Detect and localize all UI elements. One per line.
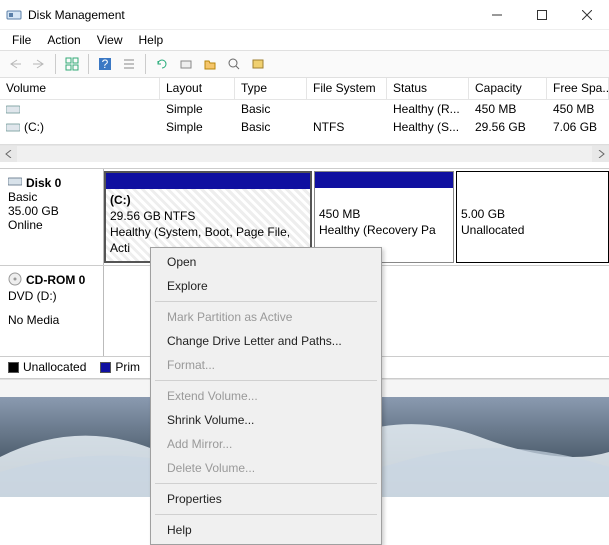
- tools-icon[interactable]: [247, 53, 269, 75]
- cell-fs: [307, 108, 387, 110]
- cell-layout: Simple: [160, 119, 235, 135]
- menu-help[interactable]: Help: [131, 31, 172, 49]
- col-capacity[interactable]: Capacity: [469, 78, 547, 99]
- cdrom-kind: DVD (D:): [8, 289, 95, 303]
- cell-status: Healthy (R...: [387, 101, 469, 117]
- back-button[interactable]: [4, 53, 26, 75]
- view-icon[interactable]: [61, 53, 83, 75]
- col-free[interactable]: Free Spa...: [547, 78, 609, 99]
- part-size: 29.56 GB NTFS: [110, 209, 195, 223]
- cell-type: Basic: [235, 101, 307, 117]
- disk0-title: Disk 0: [26, 176, 61, 190]
- cell-fs: NTFS: [307, 119, 387, 135]
- settings-list-icon[interactable]: [118, 53, 140, 75]
- maximize-button[interactable]: [519, 0, 564, 29]
- partition-unallocated[interactable]: 5.00 GB Unallocated: [456, 171, 609, 263]
- cm-extend[interactable]: Extend Volume...: [153, 384, 379, 408]
- legend-primary: Prim: [115, 360, 140, 374]
- legend-swatch-unalloc: [8, 362, 19, 373]
- cdrom-title: CD-ROM 0: [26, 273, 85, 287]
- cell-layout: Simple: [160, 101, 235, 117]
- close-button[interactable]: [564, 0, 609, 29]
- disk-icon: [8, 175, 22, 190]
- disk0-size: 35.00 GB: [8, 204, 95, 218]
- list-hscroll[interactable]: [0, 145, 609, 162]
- cm-help[interactable]: Help: [153, 518, 379, 542]
- cm-properties[interactable]: Properties: [153, 487, 379, 511]
- titlebar: Disk Management: [0, 0, 609, 30]
- volume-list: Volume Layout Type File System Status Ca…: [0, 78, 609, 145]
- cd-icon: [8, 272, 22, 289]
- col-filesystem[interactable]: File System: [307, 78, 387, 99]
- cell-status: Healthy (S...: [387, 119, 469, 135]
- legend-swatch-primary: [100, 362, 111, 373]
- minimize-button[interactable]: [474, 0, 519, 29]
- app-icon: [6, 7, 22, 23]
- part-label: (C:): [110, 193, 131, 207]
- cdrom-state: No Media: [8, 313, 95, 327]
- menubar: File Action View Help: [0, 30, 609, 50]
- cm-delete[interactable]: Delete Volume...: [153, 456, 379, 480]
- legend-unalloc: Unallocated: [23, 360, 86, 374]
- list-row[interactable]: Simple Basic Healthy (R... 450 MB 450 MB: [0, 100, 609, 118]
- scroll-right-icon[interactable]: [592, 146, 609, 162]
- disk0-state: Online: [8, 218, 95, 232]
- list-header: Volume Layout Type File System Status Ca…: [0, 78, 609, 100]
- window-title: Disk Management: [28, 8, 474, 22]
- list-row[interactable]: (C:) Simple Basic NTFS Healthy (S... 29.…: [0, 118, 609, 136]
- drive-icon: [6, 103, 20, 113]
- context-menu: Open Explore Mark Partition as Active Ch…: [150, 247, 382, 545]
- part-size: 5.00 GB: [461, 207, 505, 221]
- cm-mark-active[interactable]: Mark Partition as Active: [153, 305, 379, 329]
- svg-text:?: ?: [102, 57, 109, 71]
- refresh-icon[interactable]: [151, 53, 173, 75]
- forward-button[interactable]: [28, 53, 50, 75]
- cm-change-letter[interactable]: Change Drive Letter and Paths...: [153, 329, 379, 353]
- part-status: Unallocated: [461, 223, 524, 237]
- col-status[interactable]: Status: [387, 78, 469, 99]
- cell-free: 7.06 GB: [547, 119, 609, 135]
- menu-view[interactable]: View: [89, 31, 131, 49]
- disk0-kind: Basic: [8, 190, 95, 204]
- col-volume[interactable]: Volume: [0, 78, 160, 99]
- scroll-left-icon[interactable]: [0, 146, 17, 162]
- help-icon[interactable]: ?: [94, 53, 116, 75]
- open-icon[interactable]: [199, 53, 221, 75]
- col-type[interactable]: Type: [235, 78, 307, 99]
- cdrom-label[interactable]: CD-ROM 0 DVD (D:) No Media: [0, 266, 104, 356]
- disk-icon[interactable]: [175, 53, 197, 75]
- menu-action[interactable]: Action: [39, 31, 88, 49]
- cell-type: Basic: [235, 119, 307, 135]
- cm-mirror[interactable]: Add Mirror...: [153, 432, 379, 456]
- cm-explore[interactable]: Explore: [153, 274, 379, 298]
- search-icon[interactable]: [223, 53, 245, 75]
- part-size: 450 MB: [319, 207, 360, 221]
- part-status: Healthy (Recovery Pa: [319, 223, 436, 237]
- toolbar: ?: [0, 50, 609, 78]
- cell-capacity: 450 MB: [469, 101, 547, 117]
- menu-file[interactable]: File: [4, 31, 39, 49]
- cm-open[interactable]: Open: [153, 250, 379, 274]
- cm-shrink[interactable]: Shrink Volume...: [153, 408, 379, 432]
- cell-capacity: 29.56 GB: [469, 119, 547, 135]
- cell-free: 450 MB: [547, 101, 609, 117]
- cell-volume: (C:): [24, 120, 44, 134]
- disk0-label[interactable]: Disk 0 Basic 35.00 GB Online: [0, 169, 104, 265]
- col-layout[interactable]: Layout: [160, 78, 235, 99]
- drive-icon: [6, 121, 20, 131]
- cm-format[interactable]: Format...: [153, 353, 379, 377]
